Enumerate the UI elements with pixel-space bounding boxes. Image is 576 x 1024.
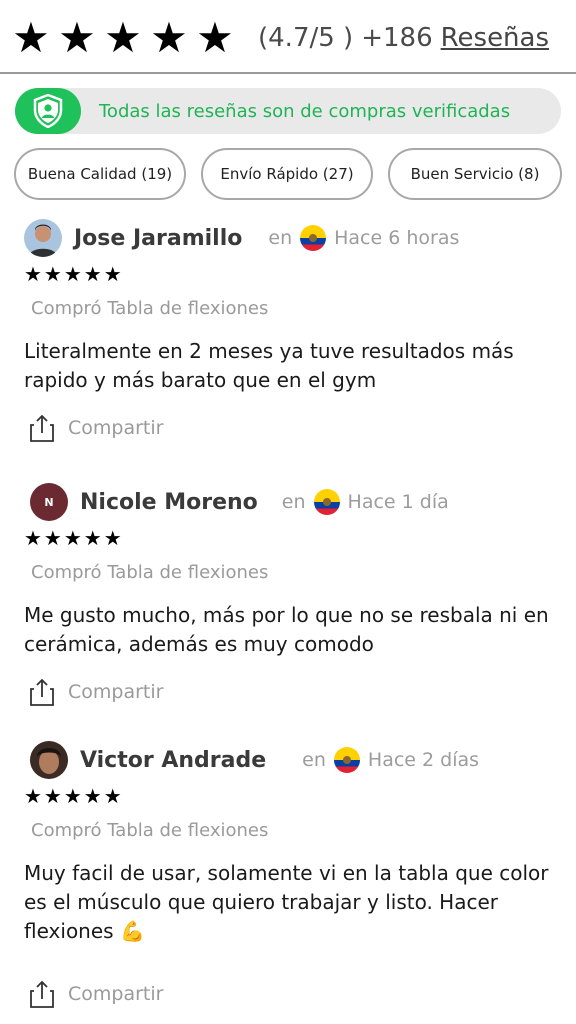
review-text: Me gusto mucho, más por lo que no se res… xyxy=(24,603,549,656)
verified-purchases-banner: Todas las reseñas son de compras verific… xyxy=(15,88,561,134)
purchased-product: Compró Tabla de flexiones xyxy=(31,298,269,319)
review-item: Jose Jaramillo en Hace 6 horas ★★★★★ Com… xyxy=(24,218,554,442)
review-stars: ★★★★★ xyxy=(24,526,124,550)
share-button[interactable]: Compartir xyxy=(30,414,163,442)
review-meta: en Hace 1 día xyxy=(282,489,449,515)
share-icon xyxy=(30,678,54,706)
summary-divider xyxy=(0,72,576,74)
share-label: Compartir xyxy=(68,983,164,1005)
share-button[interactable]: Compartir xyxy=(30,678,163,706)
share-label: Compartir xyxy=(68,681,164,703)
reviewer-row: N Nicole Moreno en Hace 1 día xyxy=(24,482,554,522)
review-item: Victor Andrade en Hace 2 días ★★★★★ Comp… xyxy=(24,740,554,1008)
review-stars: ★★★★★ xyxy=(24,262,124,286)
review-text: Muy facil de usar, solamente vi en la ta… xyxy=(24,861,549,943)
review-text: Literalmente en 2 meses ya tuve resultad… xyxy=(24,339,514,392)
filter-chip-service[interactable]: Buen Servicio (8) xyxy=(388,148,562,200)
filter-chips: Buena Calidad (19) Envío Rápido (27) Bue… xyxy=(14,148,562,200)
location-prefix: en xyxy=(302,749,326,771)
share-button[interactable]: Compartir xyxy=(30,980,163,1008)
location-prefix: en xyxy=(281,491,306,513)
review-time: Hace 6 horas xyxy=(334,227,460,249)
review-time: Hace 2 días xyxy=(367,749,480,771)
share-label: Compartir xyxy=(68,417,164,439)
purchased-product: Compró Tabla de flexiones xyxy=(31,562,269,583)
star-icon: ★ xyxy=(150,13,188,62)
ecuador-flag-icon xyxy=(300,225,327,251)
average-rating: (4.7/5 ) xyxy=(258,23,354,53)
reviewer-name: Jose Jaramillo xyxy=(74,225,243,251)
ecuador-flag-icon xyxy=(333,747,360,773)
star-icon: ★ xyxy=(196,13,234,62)
reviewer-name: Nicole Moreno xyxy=(80,489,258,515)
reviewer-name: Victor Andrade xyxy=(80,747,267,773)
review-item: N Nicole Moreno en Hace 1 día ★★★★★ Comp… xyxy=(24,482,554,706)
verified-text: Todas las reseñas son de compras verific… xyxy=(99,100,511,122)
filter-chip-quality[interactable]: Buena Calidad (19) xyxy=(14,148,186,200)
location-prefix: en xyxy=(268,227,293,249)
share-icon xyxy=(30,414,54,442)
avatar xyxy=(30,741,68,779)
avatar xyxy=(24,219,62,257)
share-icon xyxy=(30,980,54,1008)
shield-user-icon xyxy=(15,88,81,134)
avatar: N xyxy=(30,483,68,521)
review-stars: ★★★★★ xyxy=(24,784,124,808)
purchased-product: Compró Tabla de flexiones xyxy=(31,820,269,841)
reviewer-row: Victor Andrade en Hace 2 días xyxy=(24,740,554,780)
star-icon: ★ xyxy=(58,13,96,62)
rating-stars: ★ ★ ★ ★ ★ xyxy=(10,16,236,60)
review-meta: en Hace 6 horas xyxy=(268,225,459,251)
filter-chip-shipping[interactable]: Envío Rápido (27) xyxy=(201,148,373,200)
review-count: +186 xyxy=(361,23,433,53)
review-meta: en Hace 2 días xyxy=(302,747,479,773)
reviewer-row: Jose Jaramillo en Hace 6 horas xyxy=(24,218,554,258)
review-time: Hace 1 día xyxy=(347,491,449,513)
star-icon: ★ xyxy=(104,13,142,62)
ecuador-flag-icon xyxy=(313,489,340,515)
star-icon: ★ xyxy=(12,13,50,62)
reviews-link[interactable]: Reseñas xyxy=(441,23,549,53)
rating-summary: ★ ★ ★ ★ ★ (4.7/5 ) +186 Reseñas xyxy=(10,16,566,60)
